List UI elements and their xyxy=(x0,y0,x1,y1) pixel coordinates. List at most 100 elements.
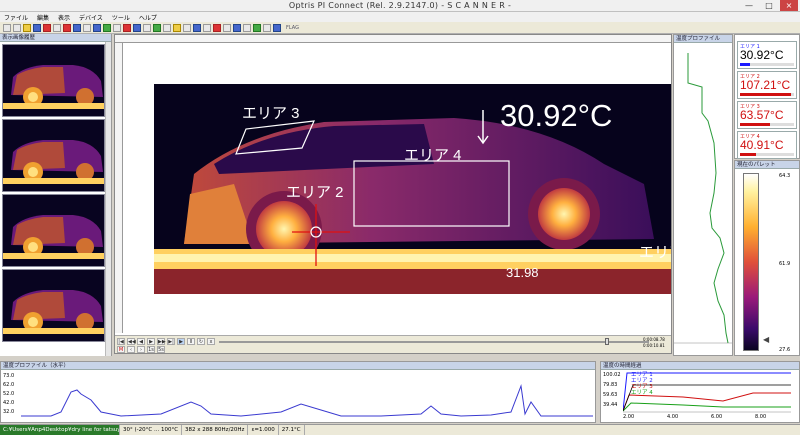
measure-icon[interactable] xyxy=(153,23,161,32)
cross-icon[interactable] xyxy=(183,23,191,32)
folder-icon[interactable] xyxy=(23,23,31,32)
menu-help[interactable]: ヘルプ xyxy=(139,13,157,22)
rewind-icon[interactable]: ◀◀ xyxy=(127,338,136,345)
thumbnail-4[interactable] xyxy=(2,269,105,342)
record-icon[interactable] xyxy=(63,23,71,32)
palette-mid: 61.9 xyxy=(779,261,791,267)
playback-bar: |◀ ◀◀ ◀ ▶ ▶▶ ▶| ▶ II ↻ x 0:00:08.78 0:00… xyxy=(115,335,671,353)
step-back-icon[interactable]: ◀ xyxy=(137,338,145,345)
palette-colorbar xyxy=(743,173,759,351)
palette-icon[interactable] xyxy=(123,23,131,32)
alarm-icon[interactable] xyxy=(213,23,221,32)
area-3-value: 63.57°C xyxy=(740,108,784,122)
profile-h-ytick-5: 32.0 xyxy=(3,409,15,415)
snapshot-icon[interactable] xyxy=(53,23,61,32)
marker-start-button[interactable]: M xyxy=(117,346,125,353)
thumbnail-scrollbar[interactable] xyxy=(105,42,111,356)
chart-icon[interactable] xyxy=(93,23,101,32)
time-ytick-1: 100.02 xyxy=(603,372,621,378)
skip-end-icon[interactable]: ▶| xyxy=(167,338,175,345)
status-emissivity: ε=1.000 xyxy=(248,425,279,435)
skip-start-icon[interactable]: |◀ xyxy=(117,338,125,345)
toolbar: FLAG xyxy=(0,22,800,34)
time-chart-title: 温度の時間経過 xyxy=(601,362,799,370)
play-icon[interactable] xyxy=(33,23,41,32)
tool-icon[interactable] xyxy=(223,23,231,32)
window-title: Optris PI Connect (Rel. 2.9.2147.0) - S … xyxy=(288,1,512,10)
status-bar: C:¥Users¥Anp4Desktop¥dry line for tatsuy… xyxy=(0,424,800,435)
palette-panel: 現在のパレット 64.3 61.9 27.6 ◀ xyxy=(734,160,800,356)
flag-label[interactable]: FLAG xyxy=(286,25,299,31)
pause-icon[interactable]: II xyxy=(187,338,195,345)
speed-icon[interactable]: x xyxy=(207,338,215,345)
title-bar: Optris PI Connect (Rel. 2.9.2147.0) - S … xyxy=(0,0,800,12)
layout-icon[interactable] xyxy=(83,23,91,32)
print-icon[interactable] xyxy=(263,23,271,32)
play-icon[interactable]: ▶ xyxy=(177,338,185,345)
thumbnail-1[interactable] xyxy=(2,44,105,117)
thumbnail-2[interactable] xyxy=(2,119,105,192)
area-3-box[interactable]: エリア 3 63.57°C xyxy=(737,101,797,129)
ruler-vertical xyxy=(115,43,123,333)
video-icon[interactable] xyxy=(73,23,81,32)
status-resolution: 382 x 288 80Hz/20Hz xyxy=(182,425,249,435)
export-icon[interactable] xyxy=(273,23,281,32)
layer-icon[interactable] xyxy=(193,23,201,32)
loop-icon[interactable]: ↻ xyxy=(197,338,205,345)
thumbnail-panel: 表示画像履歴 xyxy=(0,34,112,356)
area-2-box[interactable]: エリア 2 107.21°C xyxy=(737,71,797,99)
graph-icon[interactable] xyxy=(103,23,111,32)
zoom-icon[interactable] xyxy=(163,23,171,32)
big-temperature-readout: 30.92°C xyxy=(500,98,613,133)
wrench-icon[interactable] xyxy=(243,23,251,32)
profile-h-ytick-4: 42.0 xyxy=(3,400,15,406)
open-icon[interactable] xyxy=(3,23,11,32)
menu-file[interactable]: ファイル xyxy=(4,13,28,22)
minimize-button[interactable]: — xyxy=(740,0,758,11)
info-icon[interactable] xyxy=(233,23,241,32)
area-icon[interactable] xyxy=(133,23,141,32)
area-3-label: エリア 3 xyxy=(242,105,300,122)
area-4-box[interactable]: エリア 4 40.91°C xyxy=(737,131,797,159)
menu-device[interactable]: デバイス xyxy=(79,13,103,22)
marker-next-button[interactable]: › xyxy=(137,346,145,353)
maximize-button[interactable]: □ xyxy=(760,0,778,11)
thermal-image[interactable]: エリア 3 エリア 4 エリア 2 エリア 1 30.92°C 31.98 xyxy=(124,44,671,333)
area-values-panel: エリア 1 30.92°C エリア 2 107.21°C エリア 3 63.57… xyxy=(734,34,800,159)
status-temperature: 27.1°C xyxy=(279,425,305,435)
settings-icon[interactable] xyxy=(173,23,181,32)
palette-marker-icon[interactable]: ◀ xyxy=(763,335,769,344)
marker-5s-button[interactable]: 5s xyxy=(157,346,165,353)
thumbnail-3[interactable] xyxy=(2,194,105,267)
grid-icon[interactable] xyxy=(113,23,121,32)
step-forward-icon[interactable]: ▶ xyxy=(147,338,155,345)
area-4-label: エリア 4 xyxy=(404,147,462,164)
palette-max: 64.3 xyxy=(779,173,791,179)
close-button[interactable]: × xyxy=(780,0,798,11)
line-icon[interactable] xyxy=(143,23,151,32)
horizontal-profile-graph xyxy=(21,384,593,417)
time-xtick-3: 6.00 xyxy=(711,414,723,420)
menu-edit[interactable]: 編集 xyxy=(37,13,49,22)
area-1-bar xyxy=(740,63,794,66)
time-chart-legend: エリア 1 エリア 2 エリア 3 エリア 4 xyxy=(631,372,653,396)
area-3-bar xyxy=(740,123,794,126)
thumbnail-panel-title: 表示画像履歴 xyxy=(0,34,111,42)
horizontal-profile-panel: 温度プロファイル（水平） 73.0 62.0 52.0 42.0 32.0 xyxy=(0,361,596,423)
monitor-icon[interactable] xyxy=(203,23,211,32)
horizontal-profile-title: 温度プロファイル（水平） xyxy=(1,362,595,370)
save-icon[interactable] xyxy=(13,23,21,32)
menu-tools[interactable]: ツール xyxy=(112,13,130,22)
marker-1s-button[interactable]: 1s xyxy=(147,346,155,353)
camera-icon[interactable] xyxy=(253,23,261,32)
timeline-thumb[interactable] xyxy=(605,338,609,345)
stop-icon[interactable] xyxy=(43,23,51,32)
marker-prev-button[interactable]: ‹ xyxy=(127,346,135,353)
profile-h-ytick-2: 62.0 xyxy=(3,382,15,388)
profile-h-ytick-1: 73.0 xyxy=(3,373,15,379)
area-1-box[interactable]: エリア 1 30.92°C xyxy=(737,41,797,69)
fast-forward-icon[interactable]: ▶▶ xyxy=(157,338,166,345)
legend-area-4: エリア 4 xyxy=(631,390,653,396)
timeline-slider[interactable] xyxy=(219,341,649,343)
menu-view[interactable]: 表示 xyxy=(58,13,70,22)
